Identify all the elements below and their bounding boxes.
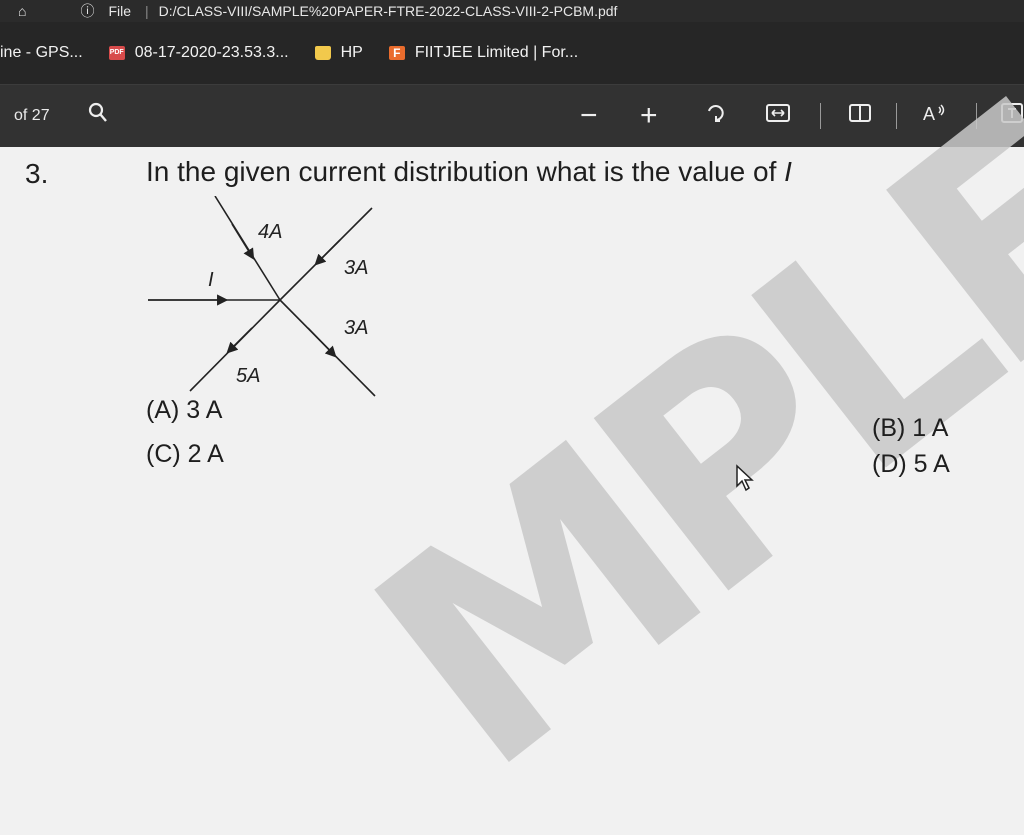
arrow-lower-right <box>307 327 337 358</box>
pdf-icon: PDF <box>108 46 125 60</box>
bookmark-label: HP <box>340 44 363 61</box>
arrow-top <box>231 223 255 260</box>
label-left: I <box>208 269 214 291</box>
text-select-icon[interactable] <box>1000 102 1024 130</box>
option-a[interactable]: (A) 3 A <box>146 396 222 425</box>
mouse-cursor-icon <box>736 464 754 492</box>
label-lower-right: 3A <box>344 317 368 339</box>
pdf-page: MPLE 3. In the given current distributio… <box>0 46 1024 835</box>
browser-top-bar: ⌂ ⓘ File | D:/CLASS-VIII/SAMPLE%20PAPER-… <box>0 0 1024 22</box>
bookmark-label: 08-17-2020-23.53.3... <box>134 44 289 61</box>
toolbar-divider <box>976 103 977 129</box>
two-page-view-icon[interactable] <box>848 103 872 129</box>
question-number: 3. <box>25 158 49 189</box>
bookmark-gps[interactable]: ine - GPS... <box>0 44 83 62</box>
home-icon[interactable]: ⌂ <box>18 3 26 19</box>
bookmark-label: ine - GPS... <box>0 44 83 61</box>
pdf-toolbar: of 27 − + A <box>0 84 1024 147</box>
toolbar-divider <box>820 103 821 129</box>
file-label: File <box>108 3 132 19</box>
zoom-out-button[interactable]: − <box>580 99 598 133</box>
address-separator: | <box>145 3 149 19</box>
arrow-bottom <box>226 327 253 354</box>
question-text: In the given current distribution what i… <box>146 156 792 188</box>
bookmark-pdf[interactable]: PDF 08-17-2020-23.53.3... <box>108 44 289 62</box>
option-c[interactable]: (C) 2 A <box>146 440 224 469</box>
search-icon[interactable] <box>88 102 108 130</box>
read-aloud-icon[interactable]: A <box>922 102 948 130</box>
fit-width-icon[interactable] <box>765 103 791 129</box>
arrow-upper-right <box>314 239 341 266</box>
bookmarks-bar: ine - GPS... PDF 08-17-2020-23.53.3... H… <box>0 22 1024 84</box>
svg-text:A: A <box>923 104 935 124</box>
info-icon[interactable]: ⓘ <box>80 1 94 21</box>
toolbar-divider <box>896 103 897 129</box>
bookmark-hp[interactable]: HP <box>314 44 363 62</box>
question-variable: I <box>784 156 792 187</box>
bookmark-fiitjee[interactable]: F FIITJEE Limited | For... <box>388 44 579 62</box>
label-upper-right: 3A <box>344 257 368 279</box>
label-top: 4A <box>258 221 282 243</box>
address-bar[interactable]: D:/CLASS-VIII/SAMPLE%20PAPER-FTRE-2022-C… <box>159 3 618 19</box>
f-icon: F <box>388 46 405 60</box>
page-count: of 27 <box>14 107 50 124</box>
option-d[interactable]: (D) 5 A <box>872 450 950 479</box>
folder-icon <box>314 46 331 60</box>
option-b[interactable]: (B) 1 A <box>872 414 948 443</box>
label-bottom: 5A <box>236 365 260 387</box>
current-junction-diagram: 4A I 3A 3A 5A <box>148 196 376 397</box>
question-body: In the given current distribution what i… <box>146 156 777 187</box>
zoom-in-button[interactable]: + <box>640 99 658 133</box>
bookmark-label: FIITJEE Limited | For... <box>414 44 579 61</box>
rotate-icon[interactable] <box>705 102 727 130</box>
